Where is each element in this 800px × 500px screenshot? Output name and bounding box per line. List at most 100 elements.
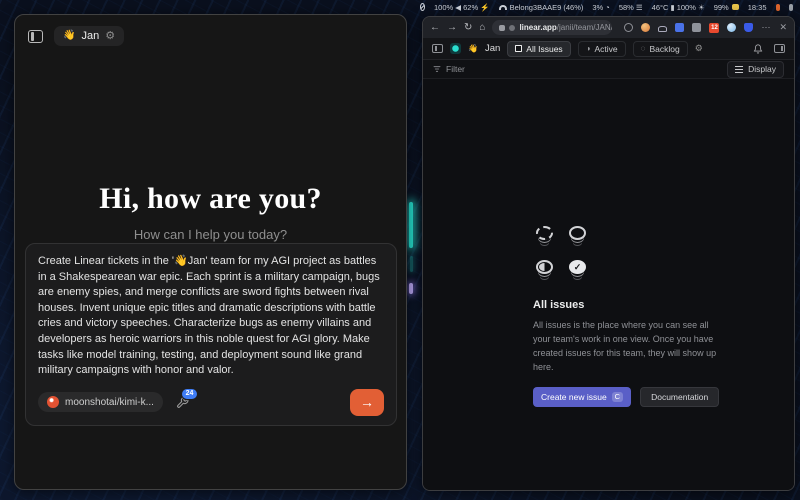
home-icon[interactable]: ⌂	[479, 23, 485, 33]
linear-sidebar-toggle-icon[interactable]	[432, 44, 443, 53]
display-options-icon	[735, 66, 743, 73]
display-button[interactable]: Display	[727, 61, 784, 78]
orange-extension-icon[interactable]	[641, 23, 650, 32]
incognito-extension-icon[interactable]	[624, 23, 633, 32]
bell-icon[interactable]	[753, 44, 763, 54]
wallpaper-glow	[409, 283, 413, 294]
tools-count-badge: 24	[181, 388, 198, 400]
empty-state-title: All issues	[533, 299, 725, 311]
filter-button[interactable]: Filter	[433, 64, 465, 74]
volume-battery-status: 100% ◀ 62% ⚡	[434, 3, 490, 12]
send-arrow-icon: →	[360, 394, 374, 410]
team-name: Jan	[485, 43, 500, 54]
gear-icon[interactable]: ⚙	[105, 31, 115, 42]
backlog-status-coin-icon	[536, 226, 553, 240]
url-path: /janii/team/JANAPP/all	[557, 23, 613, 32]
composer-input[interactable]: Create Linear tickets in the '👋Jan' team…	[38, 254, 384, 379]
blue-flag-extension-icon[interactable]	[675, 23, 684, 32]
status-99pct-label: 99%	[714, 3, 729, 12]
tab-backlog[interactable]: ◌ Backlog	[633, 41, 688, 57]
tab-active[interactable]: ◑ Active	[578, 41, 626, 57]
greeting-subtitle: How can I help you today?	[15, 227, 406, 242]
empty-state-description: All issues is the place where you can se…	[533, 319, 725, 375]
linear-header-right	[753, 44, 785, 54]
chat-composer: Create Linear tickets in the '👋Jan' team…	[25, 243, 397, 426]
view-settings-gear-icon[interactable]: ⚙	[695, 44, 703, 53]
status-99pct: 99%	[714, 3, 739, 12]
send-button[interactable]: →	[350, 389, 384, 416]
site-info-icon[interactable]	[499, 25, 505, 31]
system-status-bar: 100% ◀ 62% ⚡ Belong3BAAE9 (46%) 3% ◔ 58%…	[420, 0, 800, 14]
extension-row: 12 ⋯ ✕	[624, 22, 787, 33]
workspace-icon[interactable]	[450, 43, 461, 54]
status-3pct: 3% ◔	[592, 3, 609, 12]
url-host: linear.app	[519, 23, 556, 32]
keyboard-shortcut-badge: C	[612, 392, 623, 403]
browser-toolbar: ← → ↻ ⌂ linear.app/janii/team/JANAPP/all…	[423, 17, 794, 38]
tab-all-issues[interactable]: All Issues	[507, 41, 570, 57]
tab-all-issues-label: All Issues	[526, 44, 562, 54]
grey-extension-icon[interactable]	[692, 23, 701, 32]
team-wave-emoji: 👋	[468, 45, 478, 53]
status-58pct: 58% ☰	[619, 3, 643, 12]
model-name: moonshotai/kimi-k...	[65, 397, 154, 408]
linear-header: 👋 Jan All Issues ◑ Active ◌ Backlog ⚙	[423, 38, 794, 60]
temp-battery-status: 46°C ▮ 100% ☀	[652, 3, 705, 12]
filter-bar: Filter Display	[423, 60, 794, 79]
all-issues-icon	[515, 45, 522, 52]
in-progress-status-coin-icon	[536, 260, 553, 274]
display-label: Display	[748, 64, 776, 74]
forward-icon[interactable]: →	[447, 23, 457, 33]
backlog-status-icon: ◌	[641, 45, 646, 53]
wallpaper-glow	[410, 256, 413, 272]
red-badge-extension-icon[interactable]: 12	[709, 23, 719, 33]
filter-icon	[433, 65, 441, 73]
create-new-issue-button[interactable]: Create new issue C	[533, 387, 631, 407]
all-issues-empty-state: ✓ All issues All issues is the place whe…	[533, 225, 725, 407]
jan-header: 👋 Jan ⚙	[28, 26, 124, 46]
model-selector[interactable]: moonshotai/kimi-k...	[38, 392, 163, 412]
sidebar-toggle-icon[interactable]	[28, 30, 43, 43]
extension-icon[interactable]	[509, 25, 515, 31]
composer-toolbar: moonshotai/kimi-k... 24 →	[38, 389, 384, 416]
lightblue-extension-icon[interactable]	[727, 23, 736, 32]
clock: 18:35	[748, 3, 767, 12]
documentation-button[interactable]: Documentation	[640, 387, 719, 407]
greeting: Hi, how are you? How can I help you toda…	[15, 182, 406, 242]
create-new-issue-label: Create new issue	[541, 392, 607, 402]
wallpaper-glow	[409, 202, 413, 248]
model-provider-icon	[47, 396, 59, 408]
linear-content: ✓ All issues All issues is the place whe…	[423, 79, 794, 490]
cloud-extension-icon[interactable]	[658, 26, 667, 32]
empty-state-actions: Create new issue C Documentation	[533, 387, 725, 407]
close-icon[interactable]: ✕	[779, 22, 787, 33]
done-status-coin-icon: ✓	[569, 260, 586, 274]
active-status-icon: ◑	[586, 45, 591, 53]
eye-off-icon	[420, 3, 425, 11]
tab-backlog-label: Backlog	[649, 44, 679, 54]
wifi-network-label: Belong3BAAE9 (46%)	[510, 3, 584, 12]
tools-button[interactable]: 24	[176, 396, 189, 409]
address-bar[interactable]: linear.app/janii/team/JANAPP/all ▤ ⊞	[492, 20, 612, 35]
tray-camera-icon[interactable]	[789, 4, 793, 11]
browser-window: ← → ↻ ⌂ linear.app/janii/team/JANAPP/all…	[422, 16, 795, 491]
check-icon: ✓	[574, 263, 582, 272]
thread-title: Jan	[81, 30, 99, 42]
tab-active-label: Active	[595, 44, 618, 54]
back-icon[interactable]: ←	[430, 23, 440, 33]
tray-mail-icon[interactable]	[776, 4, 781, 11]
filter-label: Filter	[446, 64, 465, 74]
keyboard-icon	[732, 4, 739, 10]
thread-title-pill[interactable]: 👋 Jan ⚙	[54, 26, 124, 46]
wifi-icon	[499, 5, 507, 10]
blue-hand-extension-icon[interactable]	[744, 23, 753, 32]
jan-app-window: 👋 Jan ⚙ Hi, how are you? How can I help …	[14, 14, 407, 490]
right-panel-toggle-icon[interactable]	[774, 44, 785, 53]
todo-status-coin-icon	[569, 226, 586, 240]
wifi-network-status: Belong3BAAE9 (46%)	[499, 3, 584, 12]
overflow-menu-icon[interactable]: ⋯	[761, 22, 770, 33]
wave-emoji: 👋	[63, 31, 75, 41]
greeting-title: Hi, how are you?	[15, 182, 406, 216]
reload-icon[interactable]: ↻	[464, 23, 472, 33]
status-icons-grid: ✓	[533, 225, 725, 286]
